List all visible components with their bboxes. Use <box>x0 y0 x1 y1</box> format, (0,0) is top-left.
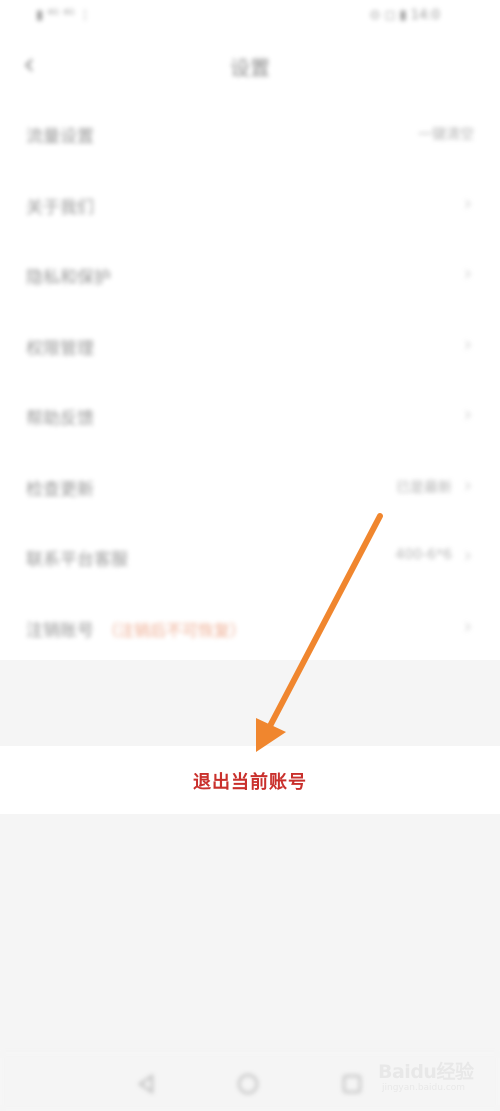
settings-item-permissions[interactable]: 权限管理 › <box>0 312 500 383</box>
circle-home-icon[interactable] <box>236 1072 260 1096</box>
delete-account-note: （注销后不可恢复） <box>102 620 247 640</box>
settings-item-support[interactable]: 联系平台客服 400-6*6 › <box>0 523 500 594</box>
chevron-right-icon: › <box>464 190 472 215</box>
delete-account-label: 注销账号 <box>26 620 94 641</box>
chevron-right-icon: › <box>464 261 472 285</box>
settings-list: 流量设置 一键清空 关于我们 › 隐私和保护 › 权限管理 › 帮助反馈 › 检… <box>0 100 500 664</box>
nav-bar: ‹ 设置 <box>0 34 500 100</box>
chevron-right-icon: › <box>464 402 472 426</box>
settings-item-label: 关于我们 <box>26 197 94 218</box>
settings-item-label: 流量设置 <box>26 127 94 147</box>
status-left: ▮ ⁴ᴳ ⁴ᴳ ⋮ <box>36 8 92 23</box>
settings-item-value: 已是最新 <box>396 479 452 496</box>
watermark-brand: Baidu经验 <box>378 1061 474 1083</box>
settings-item-label: 隐私和保护 <box>26 268 111 288</box>
settings-item-about[interactable]: 关于我们 › <box>0 171 500 242</box>
settings-item-delete-account[interactable]: 注销账号 （注销后不可恢复） › <box>0 594 500 665</box>
page-title: 设置 <box>230 56 270 80</box>
settings-panel: ▮ ⁴ᴳ ⁴ᴳ ⋮ ⊙ ◻ ▮ 14:0 ‹ 设置 流量设置 一键清空 关于我们… <box>0 0 500 660</box>
chevron-right-icon: › <box>464 613 472 638</box>
logout-button[interactable]: 退出当前账号 <box>0 746 500 814</box>
status-right: ⊙ ◻ ▮ 14:0 <box>369 8 440 23</box>
settings-item-label: 权限管理 <box>26 338 94 359</box>
chevron-right-icon: › <box>464 331 472 356</box>
settings-item-label: 联系平台客服 <box>26 550 128 570</box>
watermark-url: jingyan.baidu.com <box>382 1083 466 1093</box>
triangle-back-icon[interactable] <box>134 1072 158 1096</box>
square-recent-icon[interactable] <box>340 1072 364 1096</box>
settings-item-privacy[interactable]: 隐私和保护 › <box>0 241 500 312</box>
status-bar: ▮ ⁴ᴳ ⁴ᴳ ⋮ ⊙ ◻ ▮ 14:0 <box>0 0 500 34</box>
chevron-right-icon: › <box>464 472 472 497</box>
settings-item-label: 注销账号 （注销后不可恢复） <box>26 616 246 641</box>
settings-item-feedback[interactable]: 帮助反馈 › <box>0 382 500 453</box>
settings-item-traffic[interactable]: 流量设置 一键清空 <box>0 100 500 171</box>
settings-item-label: 帮助反馈 <box>26 409 94 429</box>
logout-label: 退出当前账号 <box>193 772 307 793</box>
chevron-right-icon: › <box>464 543 472 567</box>
settings-item-value: 400-6*6 <box>395 547 452 563</box>
settings-item-value: 一键清空 <box>418 127 474 143</box>
baidu-watermark: Baidu经验 jingyan.baidu.com <box>378 1053 486 1101</box>
settings-item-update[interactable]: 检查更新 已是最新 › <box>0 453 500 524</box>
settings-item-label: 检查更新 <box>26 479 94 500</box>
